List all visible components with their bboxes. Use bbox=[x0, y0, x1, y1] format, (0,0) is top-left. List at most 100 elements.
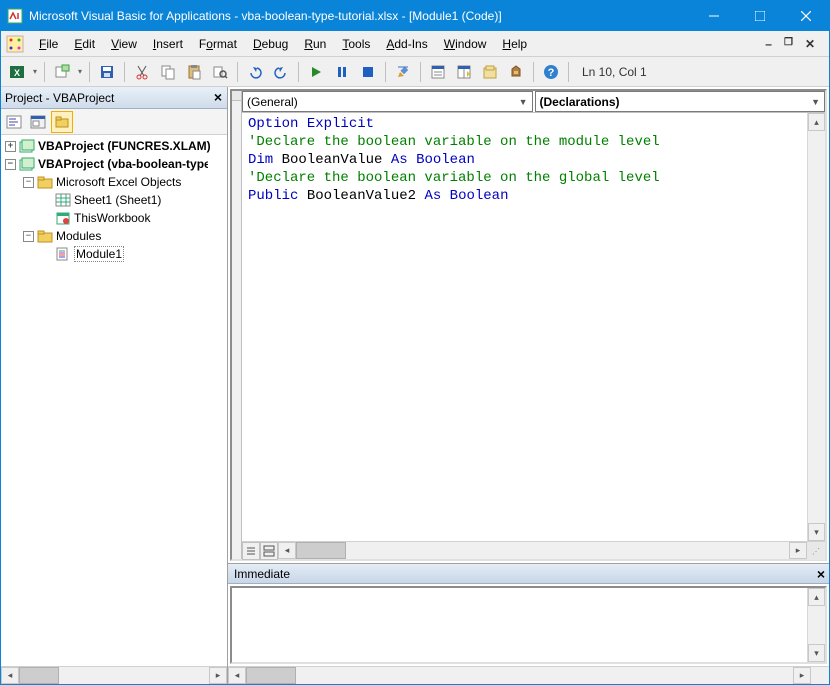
mdi-minimize[interactable]: – bbox=[763, 37, 774, 51]
tree-folder-modules[interactable]: − Modules bbox=[1, 227, 227, 245]
code-editor[interactable]: Option Explicit 'Declare the boolean var… bbox=[242, 113, 807, 541]
project-explorer: Project - VBAProject × + VBAProject (FUN… bbox=[1, 87, 228, 684]
cut-button[interactable] bbox=[130, 60, 154, 84]
project-icon bbox=[19, 139, 35, 153]
scroll-up-icon[interactable]: ▴ bbox=[808, 113, 825, 131]
project-panel-title: Project - VBAProject bbox=[5, 91, 209, 105]
scroll-left-icon[interactable]: ◂ bbox=[1, 667, 19, 684]
scroll-up-icon[interactable]: ▴ bbox=[808, 588, 825, 606]
toolbox-button[interactable] bbox=[504, 60, 528, 84]
menu-format[interactable]: Format bbox=[191, 35, 245, 53]
menu-file[interactable]: File bbox=[31, 35, 66, 53]
help-button[interactable]: ? bbox=[539, 60, 563, 84]
split-bar[interactable] bbox=[232, 91, 242, 559]
menu-help[interactable]: Help bbox=[494, 35, 535, 53]
object-browser-button[interactable] bbox=[478, 60, 502, 84]
menu-view[interactable]: View bbox=[103, 35, 145, 53]
scroll-right-icon[interactable]: ▸ bbox=[209, 667, 227, 684]
collapse-icon[interactable]: − bbox=[23, 231, 34, 242]
tree-sheet1[interactable]: Sheet1 (Sheet1) bbox=[1, 191, 227, 209]
properties-button[interactable] bbox=[452, 60, 476, 84]
view-code-button[interactable] bbox=[3, 111, 25, 133]
immediate-header[interactable]: Immediate × bbox=[228, 564, 829, 584]
project-explorer-button[interactable] bbox=[426, 60, 450, 84]
vba-ide-window: Microsoft Visual Basic for Applications … bbox=[0, 0, 830, 685]
dropdown-arrow-icon[interactable]: ▾ bbox=[31, 67, 39, 76]
menu-window[interactable]: Window bbox=[436, 35, 495, 53]
immediate-vscrollbar[interactable]: ▴ ▾ bbox=[807, 588, 825, 662]
vba-icon bbox=[5, 34, 25, 54]
folder-icon bbox=[37, 229, 53, 243]
collapse-icon[interactable]: − bbox=[23, 177, 34, 188]
mdi-restore[interactable]: ❐ bbox=[782, 37, 795, 51]
editor-vscrollbar[interactable]: ▴ ▾ bbox=[807, 113, 825, 541]
procedure-dropdown[interactable]: (Declarations) ▼ bbox=[535, 91, 826, 112]
titlebar[interactable]: Microsoft Visual Basic for Applications … bbox=[1, 1, 829, 31]
scroll-left-icon[interactable]: ◂ bbox=[278, 542, 296, 559]
undo-button[interactable] bbox=[243, 60, 267, 84]
menubar: File Edit View Insert Format Debug Run T… bbox=[1, 31, 829, 57]
mdi-close[interactable]: ✕ bbox=[803, 37, 817, 51]
scroll-left-icon[interactable]: ◂ bbox=[228, 667, 246, 684]
run-button[interactable] bbox=[304, 60, 328, 84]
redo-button[interactable] bbox=[269, 60, 293, 84]
menu-addins[interactable]: Add-Ins bbox=[378, 35, 435, 53]
design-mode-button[interactable] bbox=[391, 60, 415, 84]
panel-close-button[interactable]: × bbox=[813, 566, 829, 582]
resize-grip-icon[interactable]: ⋰ bbox=[807, 542, 825, 560]
scroll-thumb[interactable] bbox=[246, 667, 296, 684]
toggle-folders-button[interactable] bbox=[51, 111, 73, 133]
object-dropdown[interactable]: (General) ▼ bbox=[242, 91, 533, 112]
menu-run[interactable]: Run bbox=[296, 35, 334, 53]
window-title: Microsoft Visual Basic for Applications … bbox=[29, 9, 691, 23]
paste-button[interactable] bbox=[182, 60, 206, 84]
workbook-icon bbox=[55, 211, 71, 225]
dropdown-arrow-icon[interactable]: ▾ bbox=[76, 67, 84, 76]
menu-edit[interactable]: Edit bbox=[66, 35, 103, 53]
tree-thisworkbook[interactable]: ThisWorkbook bbox=[1, 209, 227, 227]
tree-module1[interactable]: Module1 bbox=[1, 245, 227, 263]
dropdown-arrow-icon: ▼ bbox=[811, 97, 820, 107]
scroll-down-icon[interactable]: ▾ bbox=[808, 644, 825, 662]
insert-button[interactable] bbox=[50, 60, 74, 84]
tree-folder-excel-objects[interactable]: − Microsoft Excel Objects bbox=[1, 173, 227, 191]
immediate-hscrollbar[interactable]: ◂ ▸ bbox=[228, 667, 811, 684]
scroll-right-icon[interactable]: ▸ bbox=[789, 542, 807, 559]
break-button[interactable] bbox=[330, 60, 354, 84]
project-tree[interactable]: + VBAProject (FUNCRES.XLAM) − VBAProject… bbox=[1, 135, 227, 666]
view-excel-button[interactable]: X bbox=[5, 60, 29, 84]
minimize-button[interactable] bbox=[691, 1, 737, 31]
view-object-button[interactable] bbox=[27, 111, 49, 133]
immediate-window: Immediate × ▴ ▾ ◂ ▸ bbox=[228, 564, 829, 684]
scroll-down-icon[interactable]: ▾ bbox=[808, 523, 825, 541]
immediate-input[interactable] bbox=[232, 588, 807, 662]
panel-close-button[interactable]: × bbox=[209, 89, 227, 107]
project-hscrollbar[interactable]: ◂ ▸ bbox=[1, 666, 227, 684]
full-module-view-button[interactable] bbox=[260, 542, 278, 560]
project-toolbar bbox=[1, 109, 227, 135]
copy-button[interactable] bbox=[156, 60, 180, 84]
maximize-button[interactable] bbox=[737, 1, 783, 31]
reset-button[interactable] bbox=[356, 60, 380, 84]
app-icon bbox=[7, 8, 23, 24]
project-panel-header[interactable]: Project - VBAProject × bbox=[1, 87, 227, 109]
scroll-thumb[interactable] bbox=[296, 542, 346, 559]
scroll-thumb[interactable] bbox=[19, 667, 59, 684]
dropdown-arrow-icon: ▼ bbox=[519, 97, 528, 107]
find-button[interactable] bbox=[208, 60, 232, 84]
tree-project-main[interactable]: − VBAProject (vba-boolean-type-tutorial.… bbox=[1, 155, 227, 173]
scroll-right-icon[interactable]: ▸ bbox=[793, 667, 811, 684]
tree-project-funcres[interactable]: + VBAProject (FUNCRES.XLAM) bbox=[1, 137, 227, 155]
expand-icon[interactable]: + bbox=[5, 141, 16, 152]
procedure-view-button[interactable] bbox=[242, 542, 260, 560]
menu-tools[interactable]: Tools bbox=[334, 35, 378, 53]
mdi-controls: – ❐ ✕ bbox=[763, 37, 825, 51]
save-button[interactable] bbox=[95, 60, 119, 84]
menu-insert[interactable]: Insert bbox=[145, 35, 191, 53]
collapse-icon[interactable]: − bbox=[5, 159, 16, 170]
svg-text:?: ? bbox=[548, 67, 555, 79]
project-icon bbox=[19, 157, 35, 171]
close-button[interactable] bbox=[783, 1, 829, 31]
editor-hscrollbar[interactable]: ◂ ▸ bbox=[278, 542, 807, 559]
menu-debug[interactable]: Debug bbox=[245, 35, 296, 53]
